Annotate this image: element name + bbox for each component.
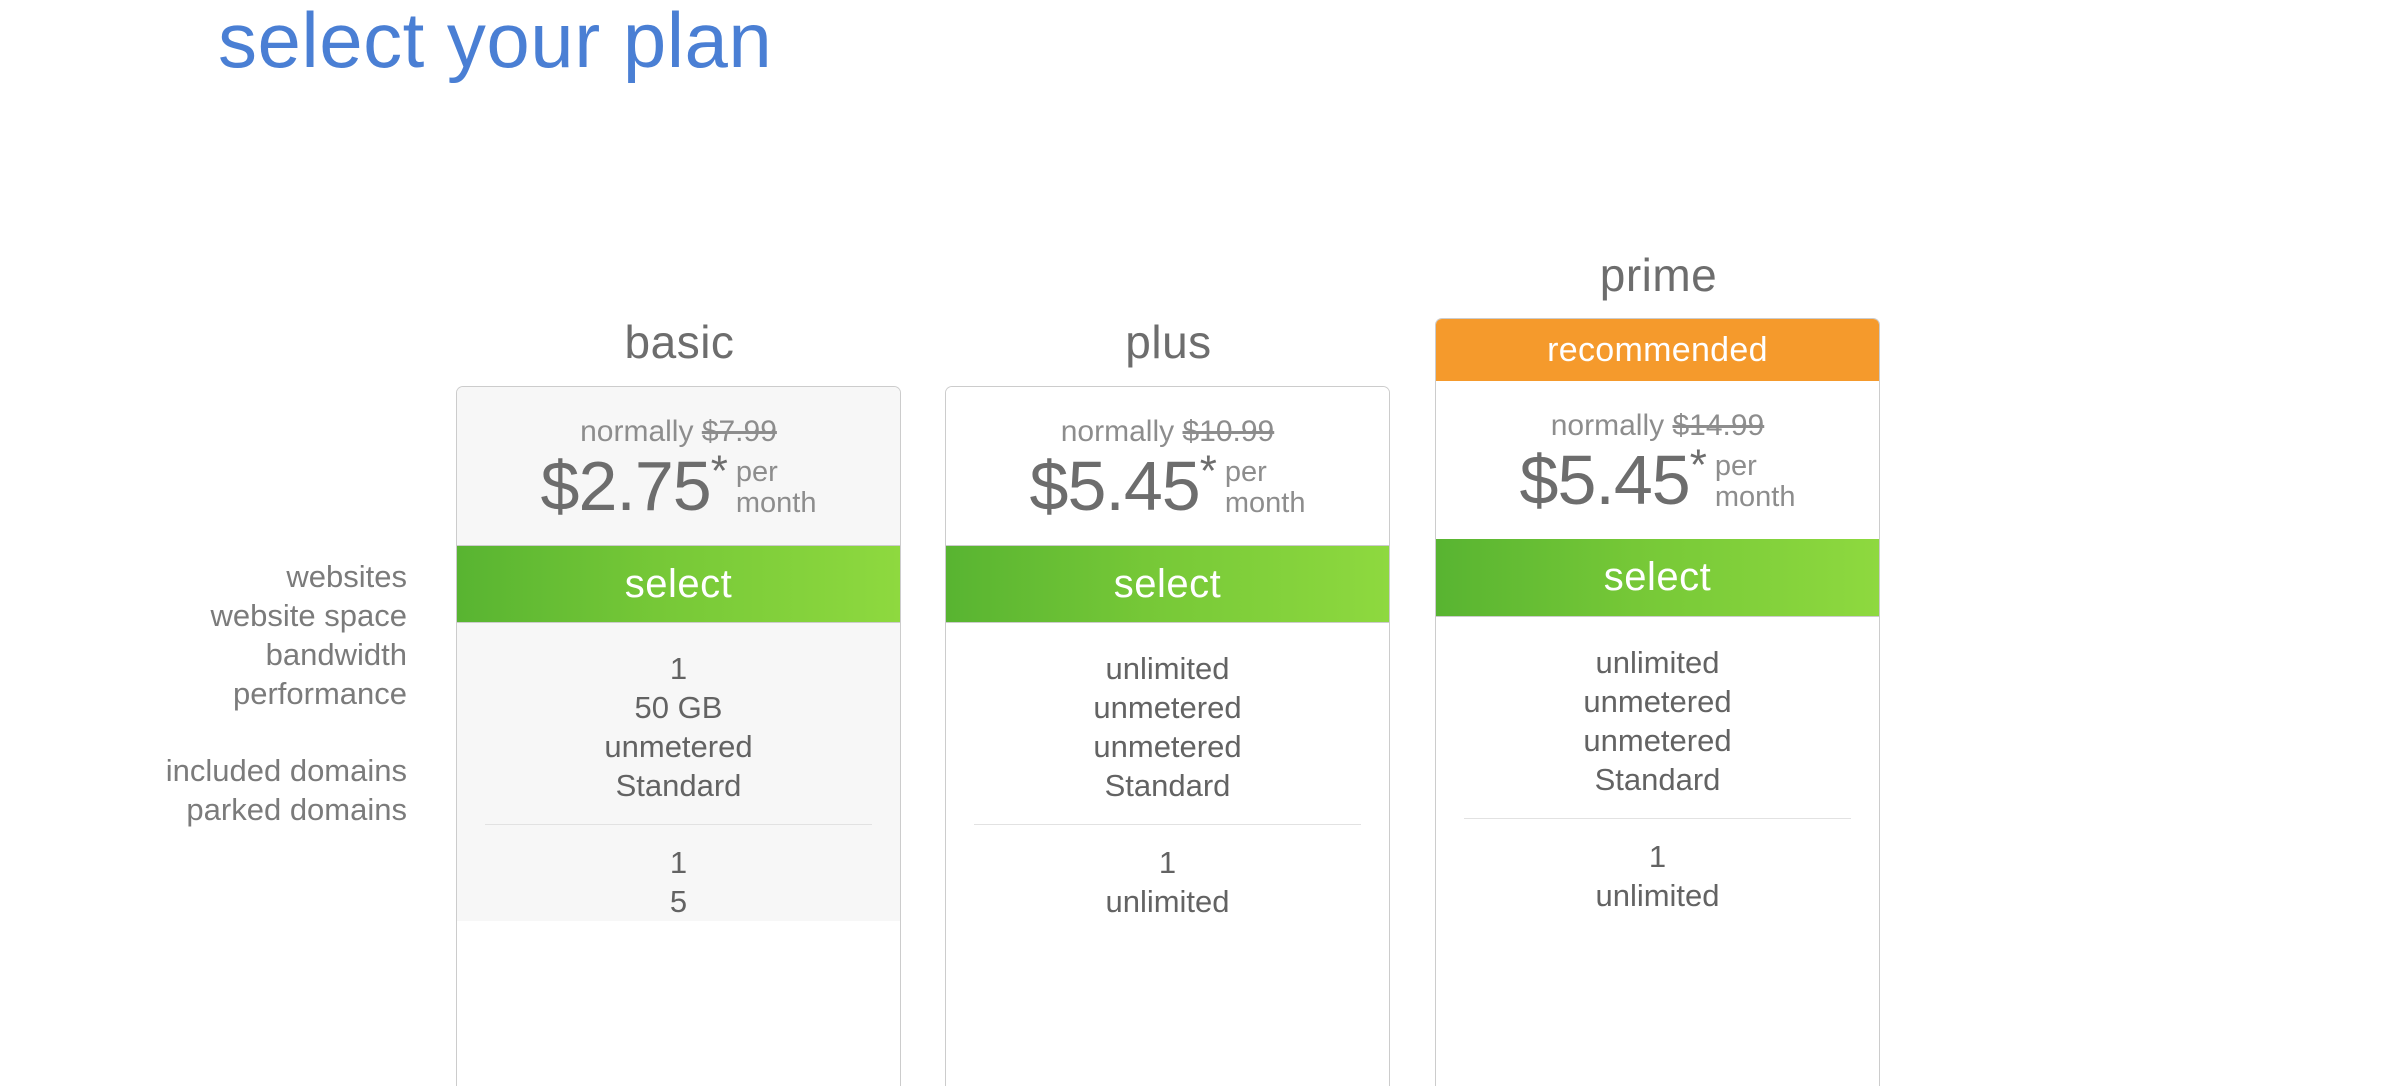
price-value: $2.75 [541,447,711,525]
plan-card-basic[interactable]: normally $7.99 $2.75* per month select [456,386,901,1086]
feature-value-websites: unlimited [1436,643,1879,682]
current-price-plus: $5.45* [1030,453,1216,520]
select-button-plus[interactable]: select [946,545,1389,623]
feature-group-divider [1464,818,1851,819]
price-block-prime: normally $14.99 $5.45* per month [1436,381,1879,539]
feature-values-plus: unlimited unmetered unmetered Standard 1… [946,623,1389,921]
price-asterisk: * [1200,446,1216,495]
normally-label: normally [1551,409,1664,442]
normally-label: normally [580,415,693,448]
period-line-2: month [736,488,817,519]
period-line-1: per [1225,457,1306,488]
feature-value-websites: 1 [457,649,900,688]
feature-value-bandwidth: unmetered [946,727,1389,766]
period-line-2: month [1715,482,1796,513]
feature-value-performance: Standard [1436,760,1879,799]
feature-value-websites: unlimited [946,649,1389,688]
price-asterisk: * [711,446,727,495]
plan-card-prime[interactable]: recommended normally $14.99 $5.45* per m… [1435,318,1880,1086]
original-price: $14.99 [1672,409,1764,442]
feature-value-bandwidth: unmetered [457,727,900,766]
price-asterisk: * [1690,440,1706,489]
plan-card-plus[interactable]: normally $10.99 $5.45* per month select [945,386,1390,1086]
plan-card-grid: basic normally $7.99 $2.75* per month [0,0,2402,1058]
feature-value-performance: Standard [457,766,900,805]
price-period-basic: per month [736,457,817,520]
price-row-prime: $5.45* per month [1520,447,1796,514]
price-period-plus: per month [1225,457,1306,520]
plan-title-prime: prime [1435,248,1882,302]
normally-price-basic: normally $7.99 [580,417,777,447]
select-button-basic[interactable]: select [457,545,900,623]
normally-price-prime: normally $14.99 [1551,411,1764,441]
current-price-basic: $2.75* [541,453,727,520]
period-line-2: month [1225,488,1306,519]
price-block-plus: normally $10.99 $5.45* per month [946,387,1389,545]
feature-value-performance: Standard [946,766,1389,805]
price-block-basic: normally $7.99 $2.75* per month [457,387,900,545]
feature-value-website-space: 50 GB [457,688,900,727]
plan-selection-page: select your plan websites website space … [0,0,2402,1058]
feature-value-included-domains: 1 [946,843,1389,882]
feature-value-included-domains: 1 [457,843,900,882]
feature-value-parked-domains: 5 [457,882,900,921]
feature-value-website-space: unmetered [946,688,1389,727]
feature-value-bandwidth: unmetered [1436,721,1879,760]
price-period-prime: per month [1715,451,1796,514]
period-line-1: per [1715,451,1796,482]
select-button-prime[interactable]: select [1436,539,1879,617]
feature-group-divider [485,824,872,825]
normally-label: normally [1061,415,1174,448]
price-value: $5.45 [1520,441,1690,519]
price-value: $5.45 [1030,447,1200,525]
original-price: $7.99 [702,415,777,448]
price-row-basic: $2.75* per month [541,453,817,520]
feature-value-website-space: unmetered [1436,682,1879,721]
feature-value-parked-domains: unlimited [1436,876,1879,915]
feature-group-divider [974,824,1361,825]
feature-value-included-domains: 1 [1436,837,1879,876]
normally-price-plus: normally $10.99 [1061,417,1274,447]
price-row-plus: $5.45* per month [1030,453,1306,520]
period-line-1: per [736,457,817,488]
feature-value-parked-domains: unlimited [946,882,1389,921]
recommended-badge: recommended [1436,319,1879,381]
feature-values-prime: unlimited unmetered unmetered Standard 1… [1436,617,1879,915]
plan-title-plus: plus [945,315,1392,369]
original-price: $10.99 [1182,415,1274,448]
plan-title-basic: basic [456,315,903,369]
feature-values-basic: 1 50 GB unmetered Standard 1 5 [457,623,900,921]
current-price-prime: $5.45* [1520,447,1706,514]
